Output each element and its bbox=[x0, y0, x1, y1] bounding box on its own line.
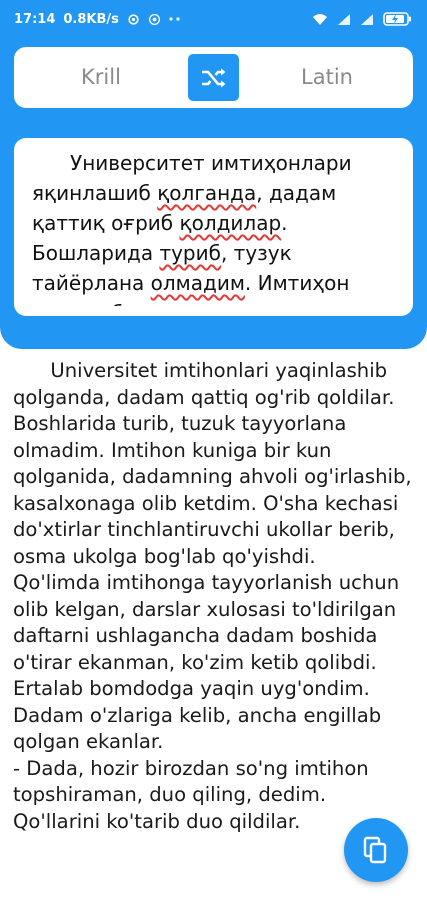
cyrillic-option[interactable]: Krill bbox=[81, 65, 121, 89]
location-icon bbox=[148, 13, 161, 26]
battery-charging-icon bbox=[383, 12, 413, 26]
wifi-icon bbox=[312, 13, 328, 26]
signal-icon bbox=[360, 13, 374, 26]
copy-icon bbox=[363, 836, 389, 864]
gear-icon bbox=[127, 13, 140, 26]
status-bar: 17:14 0.8KB/s bbox=[0, 0, 427, 38]
misspelled-word: қолдилар bbox=[179, 211, 282, 235]
misspelled-word: қолганда bbox=[157, 181, 257, 205]
latin-output: Universitet imtihonlari yaqinlashib qolg… bbox=[13, 359, 412, 833]
status-time: 17:14 bbox=[14, 11, 56, 27]
more-icon bbox=[169, 17, 181, 21]
signal-icon bbox=[337, 13, 351, 26]
misspelled-word: туриб bbox=[159, 241, 221, 265]
cyrillic-input[interactable]: Университет имтиҳонлари яқинлашиб қолган… bbox=[32, 148, 404, 306]
misspelled-word: олмадим bbox=[150, 271, 245, 295]
network-speed: 0.8KB/s bbox=[63, 11, 119, 27]
header-panel: 17:14 0.8KB/s Krill Latin Университет им… bbox=[0, 0, 427, 349]
swap-button[interactable] bbox=[188, 54, 239, 101]
shuffle-icon bbox=[200, 66, 228, 90]
input-card: Университет имтиҳонлари яқинлашиб қолган… bbox=[14, 138, 413, 316]
script-toggle: Krill Latin bbox=[14, 47, 413, 108]
copy-button[interactable] bbox=[344, 818, 408, 882]
latin-option[interactable]: Latin bbox=[301, 65, 353, 89]
